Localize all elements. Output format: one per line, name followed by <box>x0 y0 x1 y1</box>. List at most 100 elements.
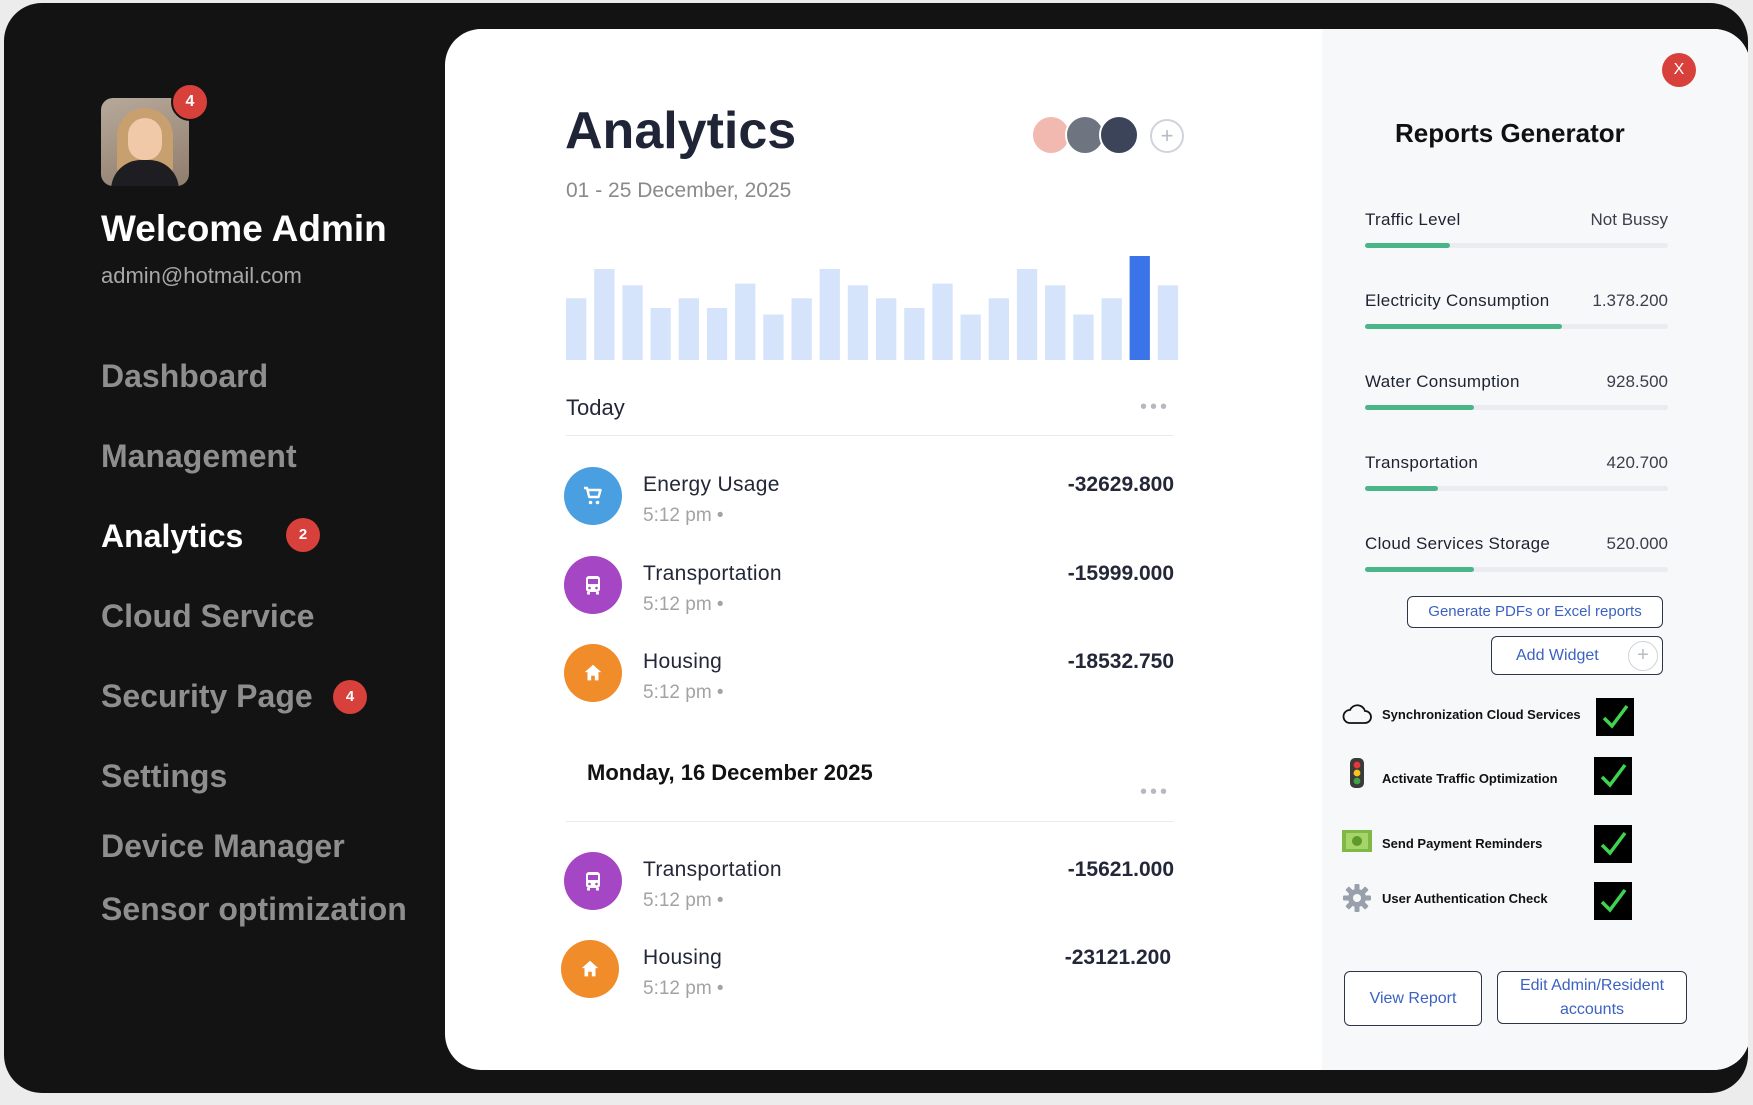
metric-value: 1.378.200 <box>1592 291 1668 310</box>
chart-bar <box>650 308 671 360</box>
transaction-name: Energy Usage <box>643 473 780 496</box>
reports-title: Reports Generator <box>1395 118 1625 148</box>
metric-electricity: Electricity Consumption 1.378.200 <box>1365 291 1668 331</box>
nav-item-analytics[interactable]: Analytics <box>101 518 243 555</box>
transaction-name: Housing <box>643 650 723 673</box>
progress-fill <box>1365 405 1475 410</box>
progress-fill <box>1365 486 1438 491</box>
day-more-icon[interactable]: ••• <box>1140 781 1170 804</box>
auth-checkbox[interactable] <box>1594 882 1632 920</box>
generate-reports-button[interactable]: Generate PDFs or Excel reports <box>1407 596 1663 628</box>
view-report-button[interactable]: View Report <box>1344 971 1482 1026</box>
progress-fill <box>1365 324 1562 329</box>
transaction-amount: -23121.200 <box>1064 946 1171 969</box>
nav-item-cloud-service[interactable]: Cloud Service <box>101 598 314 635</box>
today-heading: Today <box>566 395 625 420</box>
add-widget-label: Add Widget <box>1516 647 1599 664</box>
chart-bar <box>678 298 699 360</box>
transaction-amount: -32629.800 <box>1067 473 1174 496</box>
metric-traffic-level: Traffic Level Not Bussy <box>1365 210 1668 250</box>
today-more-icon[interactable]: ••• <box>1140 396 1170 419</box>
nav-item-security-page[interactable]: Security Page <box>101 678 313 715</box>
nav-item-dashboard[interactable]: Dashboard <box>101 358 268 395</box>
close-button[interactable]: X <box>1662 53 1696 87</box>
metric-label: Transportation <box>1365 453 1479 472</box>
transaction-row[interactable]: Housing 5:12 pm • -18532.750 <box>564 644 1174 704</box>
metric-value: 420.700 <box>1606 453 1668 472</box>
chart-bar <box>819 269 840 360</box>
progress-track <box>1365 567 1668 572</box>
check-label: Synchronization Cloud Services <box>1382 707 1581 722</box>
progress-track <box>1365 405 1668 410</box>
profile-avatar[interactable]: 4 <box>101 83 209 188</box>
traffic-checkbox[interactable] <box>1594 757 1632 795</box>
chart-bar <box>706 308 728 360</box>
transaction-time: 5:12 pm • <box>643 978 724 999</box>
transaction-time: 5:12 pm • <box>643 505 724 526</box>
chart-bar <box>960 314 981 360</box>
chart-bar <box>622 285 643 360</box>
transaction-row[interactable]: Housing 5:12 pm • -23121.200 <box>561 940 1171 1000</box>
metric-value: 928.500 <box>1606 372 1668 391</box>
bus-icon <box>564 852 622 910</box>
money-icon <box>1342 830 1372 852</box>
home-icon <box>561 940 619 998</box>
sync-checkbox[interactable] <box>1596 698 1634 736</box>
metric-transportation: Transportation 420.700 <box>1365 453 1668 493</box>
chart-bar <box>594 269 615 360</box>
progress-fill <box>1365 567 1475 572</box>
member-avatar <box>1099 115 1139 155</box>
chart-bar <box>988 298 1009 360</box>
check-icon <box>1600 831 1627 856</box>
check-row-auth-check: User Authentication Check <box>1341 882 1641 922</box>
plus-icon: + <box>1628 641 1658 671</box>
chart-bar <box>1157 285 1179 360</box>
add-member-button[interactable]: + <box>1150 119 1184 153</box>
progress-track <box>1365 486 1668 491</box>
metric-label: Electricity Consumption <box>1365 291 1550 310</box>
progress-track <box>1365 243 1668 248</box>
page-title: Analytics <box>565 102 797 160</box>
nav-item-device-manager[interactable]: Device Manager <box>101 828 345 865</box>
analytics-badge: 2 <box>286 518 320 552</box>
gear-icon <box>1343 884 1371 912</box>
nav-item-settings[interactable]: Settings <box>101 758 227 795</box>
check-icon <box>1600 888 1627 913</box>
add-widget-button[interactable]: Add Widget + <box>1491 636 1663 675</box>
check-label: User Authentication Check <box>1382 891 1548 906</box>
divider <box>566 435 1174 436</box>
metric-label: Cloud Services Storage <box>1365 534 1551 553</box>
date-heading: Monday, 16 December 2025 <box>587 760 873 785</box>
progress-fill <box>1365 243 1450 248</box>
date-range: 01 - 25 December, 2025 <box>566 179 792 202</box>
check-icon <box>1600 763 1627 788</box>
chart-bar <box>735 283 756 360</box>
security-badge: 4 <box>333 680 367 714</box>
admin-email: admin@hotmail.com <box>101 263 302 288</box>
metric-value: Not Bussy <box>1590 210 1668 229</box>
transaction-amount: -15999.000 <box>1067 562 1174 585</box>
transaction-row[interactable]: Energy Usage 5:12 pm • -32629.800 <box>564 467 1174 527</box>
check-row-sync-cloud: Synchronization Cloud Services <box>1341 698 1641 738</box>
check-row-traffic-optimization: Activate Traffic Optimization <box>1341 757 1641 797</box>
chart-bar <box>904 308 925 360</box>
check-label: Activate Traffic Optimization <box>1382 771 1558 786</box>
home-icon <box>564 644 622 702</box>
transaction-name: Housing <box>643 946 723 969</box>
app-window: 4 Welcome Admin admin@hotmail.com Dashbo… <box>4 3 1748 1093</box>
divider <box>566 821 1174 822</box>
transaction-amount: -15621.000 <box>1067 858 1174 881</box>
metric-label: Traffic Level <box>1365 210 1461 229</box>
transaction-row[interactable]: Transportation 5:12 pm • -15621.000 <box>564 852 1174 912</box>
chart-bar <box>1073 314 1094 360</box>
chart-bar <box>566 298 587 360</box>
check-label: Send Payment Reminders <box>1382 836 1543 851</box>
nav-item-sensor-optimization[interactable]: Sensor optimization <box>101 891 407 928</box>
edit-accounts-button[interactable]: Edit Admin/Resident accounts <box>1497 971 1687 1024</box>
nav-item-management[interactable]: Management <box>101 438 297 475</box>
transaction-row[interactable]: Transportation 5:12 pm • -15999.000 <box>564 556 1174 616</box>
chart-bar <box>932 283 953 360</box>
metric-label: Water Consumption <box>1365 372 1520 391</box>
payment-checkbox[interactable] <box>1594 825 1632 863</box>
welcome-heading: Welcome Admin <box>101 208 387 249</box>
